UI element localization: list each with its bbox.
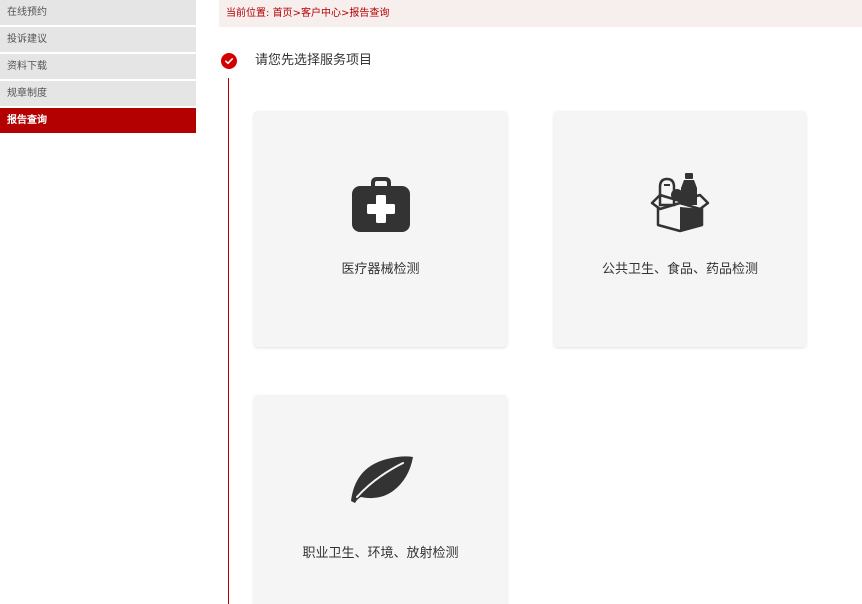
sidebar-item-downloads[interactable]: 资料下载 bbox=[0, 54, 196, 79]
leaf-icon bbox=[347, 453, 415, 505]
step-title: 请您先选择服务项目 bbox=[255, 53, 373, 68]
sidebar-item-report-query[interactable]: 报告查询 bbox=[0, 108, 196, 133]
service-card-medical-devices[interactable]: 医疗器械检测 bbox=[254, 111, 507, 347]
service-card-public-health-food-drugs[interactable]: 公共卫生、食品、药品检测 bbox=[554, 111, 806, 347]
service-card-label: 公共卫生、食品、药品检测 bbox=[601, 262, 758, 277]
sidebar-item-regulations[interactable]: 规章制度 bbox=[0, 81, 196, 106]
step-check-icon bbox=[221, 53, 237, 69]
breadcrumb-prefix: 当前位置: bbox=[226, 8, 270, 19]
service-card-occupational-environment-radiation[interactable]: 职业卫生、环境、放射检测 bbox=[254, 395, 507, 604]
sidebar: 在线预约 投诉建议 资料下载 规章制度 报告查询 bbox=[0, 0, 196, 135]
grocery-box-icon bbox=[650, 171, 710, 233]
breadcrumb-separator: > bbox=[292, 8, 301, 19]
sidebar-item-complaints[interactable]: 投诉建议 bbox=[0, 27, 196, 52]
breadcrumb-home-link[interactable]: 首页 bbox=[273, 8, 293, 19]
page: 在线预约 投诉建议 资料下载 规章制度 报告查询 当前位置: 首页>客户中心>报… bbox=[0, 0, 862, 604]
breadcrumb: 当前位置: 首页>客户中心>报告查询 bbox=[219, 0, 862, 27]
service-card-label: 医疗器械检测 bbox=[341, 262, 420, 277]
sidebar-item-online-booking[interactable]: 在线预约 bbox=[0, 0, 196, 25]
breadcrumb-section-link[interactable]: 客户中心 bbox=[301, 8, 341, 19]
medical-kit-icon bbox=[351, 173, 411, 233]
step-timeline-line bbox=[228, 78, 229, 604]
breadcrumb-current: 报告查询 bbox=[349, 8, 390, 19]
service-card-label: 职业卫生、环境、放射检测 bbox=[302, 546, 459, 561]
